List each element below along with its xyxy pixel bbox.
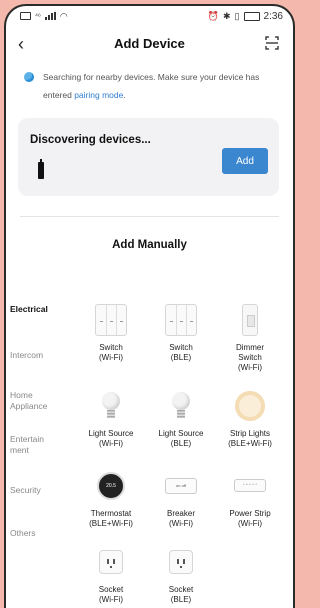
switch-icon bbox=[165, 304, 197, 336]
discovering-title: Discovering devices... bbox=[30, 134, 151, 146]
header: ‹ Add Device bbox=[6, 26, 293, 60]
device-switch-wifi[interactable]: Switch (Wi-Fi) bbox=[78, 304, 144, 363]
pairing-mode-link[interactable]: pairing mode bbox=[74, 90, 123, 100]
discovering-card: Discovering devices... Add bbox=[18, 118, 279, 196]
device-switch-ble[interactable]: Switch (BLE) bbox=[148, 304, 214, 363]
breaker-icon: on off bbox=[165, 470, 197, 502]
back-arrow-icon[interactable]: ‹ bbox=[18, 34, 24, 55]
device-strip-lights[interactable]: Strip Lights (BLE+Wi-Fi) bbox=[218, 390, 282, 449]
device-socket-ble[interactable]: Socket (BLE) bbox=[148, 546, 214, 605]
device-dimmer-switch[interactable]: Dimmer Switch (Wi-Fi) bbox=[218, 304, 282, 373]
category-security[interactable]: Security bbox=[10, 485, 62, 496]
device-thermostat[interactable]: 20.5 Thermostat (BLE+Wi-Fi) bbox=[78, 470, 144, 529]
radar-icon bbox=[24, 72, 34, 82]
category-entertainment[interactable]: Entertainment bbox=[10, 434, 49, 456]
bulb-icon bbox=[165, 390, 197, 422]
category-electrical[interactable]: Electrical bbox=[10, 304, 62, 315]
divider bbox=[20, 216, 279, 217]
device-power-strip[interactable]: ◦ ▫ ▫ ▫ ▫ Power Strip (Wi-Fi) bbox=[218, 470, 282, 529]
device-breaker[interactable]: on off Breaker (Wi-Fi) bbox=[148, 470, 214, 529]
wifi-icon: ◠ bbox=[59, 10, 68, 21]
page-title: Add Device bbox=[114, 35, 185, 51]
discovered-device-icon bbox=[38, 159, 44, 179]
category-others[interactable]: Others bbox=[10, 528, 62, 539]
battery-icon bbox=[243, 11, 260, 21]
scan-qr-icon[interactable] bbox=[265, 36, 279, 50]
device-light-source-wifi[interactable]: Light Source (Wi-Fi) bbox=[78, 390, 144, 449]
bluetooth-icon: ✱ bbox=[223, 10, 231, 21]
switch-icon bbox=[95, 304, 127, 336]
notification-icon bbox=[20, 12, 31, 20]
thermostat-icon: 20.5 bbox=[95, 470, 127, 502]
device-socket-wifi[interactable]: Socket (Wi-Fi) bbox=[78, 546, 144, 605]
strip-light-icon bbox=[234, 390, 266, 422]
socket-icon bbox=[165, 546, 197, 578]
vibrate-icon: ▯ bbox=[234, 10, 240, 21]
alarm-icon: ⏰ bbox=[207, 10, 220, 21]
clock: 2:36 bbox=[263, 10, 283, 22]
device-light-source-ble[interactable]: Light Source (BLE) bbox=[148, 390, 214, 449]
bulb-icon bbox=[95, 390, 127, 422]
dimmer-icon bbox=[234, 304, 266, 336]
status-bar: ⁴⁶ ◠ ⏰ ✱ ▯ 2:36 bbox=[6, 6, 293, 26]
search-info: Searching for nearby devices. Make sure … bbox=[6, 60, 293, 104]
signal-icon bbox=[44, 12, 56, 20]
network-type: ⁴⁶ bbox=[35, 12, 41, 20]
add-button[interactable]: Add bbox=[222, 148, 268, 174]
socket-icon bbox=[95, 546, 127, 578]
power-strip-icon: ◦ ▫ ▫ ▫ ▫ bbox=[234, 470, 266, 502]
category-intercom[interactable]: Intercom bbox=[10, 350, 62, 361]
add-manually-title: Add Manually bbox=[112, 239, 187, 251]
category-home-appliance[interactable]: Home Appliance bbox=[10, 390, 50, 412]
